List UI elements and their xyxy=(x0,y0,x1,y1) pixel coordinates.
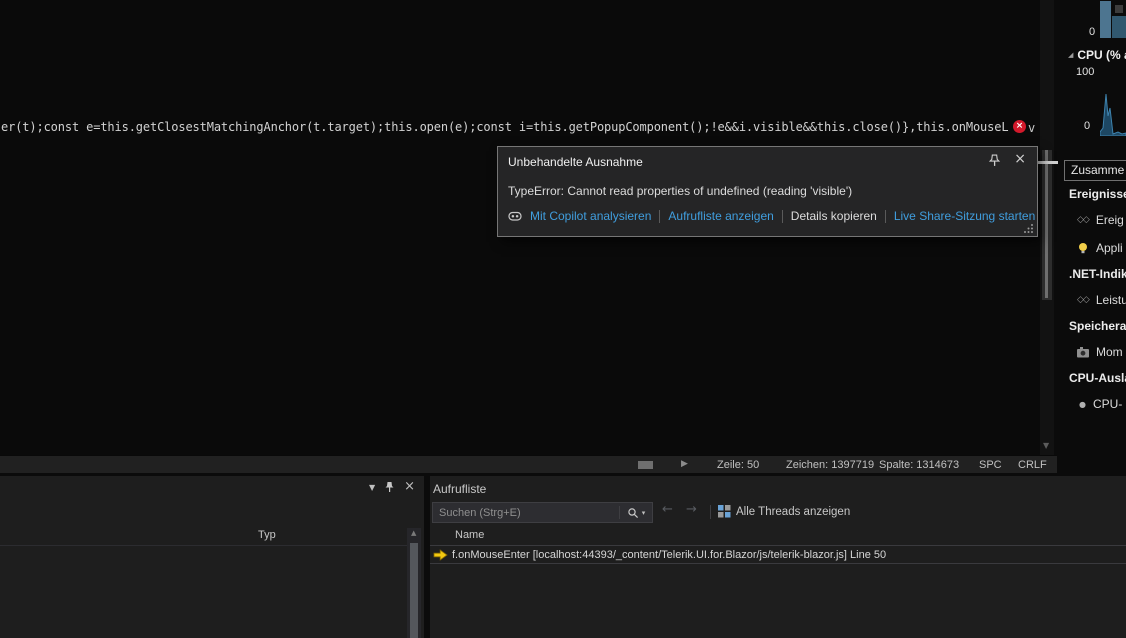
scrollbar-down-arrow-icon[interactable]: ▼ xyxy=(1043,441,1049,450)
diag-item-label: Mom xyxy=(1096,345,1123,359)
status-characters: Zeichen: 1397719 xyxy=(786,459,874,471)
tab-summary[interactable]: Zusamme xyxy=(1064,160,1126,181)
section-title: Speichera xyxy=(1069,319,1126,333)
all-threads-icon[interactable] xyxy=(718,505,731,518)
search-options-caret-icon[interactable]: ▾ xyxy=(642,509,646,517)
section-title: .NET-Indik xyxy=(1069,267,1126,281)
cpu-usage-chart[interactable] xyxy=(1100,88,1126,136)
diag-item-performance[interactable]: ◇◇ Leistu xyxy=(1077,293,1126,307)
action-separator xyxy=(782,210,783,223)
column-header-typ[interactable]: Typ xyxy=(258,529,276,541)
scrollbar-caret-marker xyxy=(1045,150,1048,298)
exception-message: TypeError: Cannot read properties of und… xyxy=(508,184,852,198)
editor-status-strip: ▶ Zeile: 50 Zeichen: 1397719 Spalte: 131… xyxy=(0,455,1057,473)
performance-icon: ◇◇ xyxy=(1077,295,1089,305)
cpu-axis-min: 0 xyxy=(1084,120,1090,132)
horizontal-scrollbar-right-arrow-icon[interactable]: ▶ xyxy=(681,459,688,469)
collapse-triangle-icon: ◢ xyxy=(1068,51,1073,59)
diag-item-label: CPU- xyxy=(1093,397,1122,411)
status-space-mode: SPC xyxy=(979,459,1002,471)
status-line-ending: CRLF xyxy=(1018,459,1047,471)
pin-icon[interactable] xyxy=(384,481,395,493)
action-separator xyxy=(659,210,660,223)
code-line: er(t);const e=this.getClosestMatchingAnc… xyxy=(1,121,1013,134)
diag-item-application[interactable]: Appli xyxy=(1077,241,1123,255)
scrollbar-thumb[interactable] xyxy=(410,543,418,638)
diag-section-cpu: CPU-Ausla xyxy=(1069,371,1126,385)
diag-section-dotnet: .NET-Indik xyxy=(1069,267,1126,281)
copy-details-link[interactable]: Details kopieren xyxy=(791,209,877,223)
search-button[interactable]: ▾ xyxy=(620,503,652,522)
diag-item-events[interactable]: ◇◇ Ereig xyxy=(1077,213,1124,227)
search-icon xyxy=(627,507,639,519)
navigate-forward-icon[interactable]: → xyxy=(686,502,697,517)
editor-vertical-scrollbar[interactable]: ▼ xyxy=(1040,0,1054,455)
pin-icon[interactable] xyxy=(988,154,1001,167)
copilot-icon xyxy=(508,209,522,223)
callstack-frame-row[interactable]: f.onMouseEnter [localhost:44393/_content… xyxy=(430,546,1126,564)
lightbulb-icon xyxy=(1077,242,1089,254)
cpu-axis-max: 100 xyxy=(1076,66,1094,78)
exception-error-icon[interactable]: × xyxy=(1013,120,1026,133)
diag-item-cpu[interactable]: ● CPU- xyxy=(1079,397,1122,411)
status-column: Spalte: 1314673 xyxy=(879,459,959,471)
splitter-handle[interactable] xyxy=(1036,161,1058,164)
bullet-icon: ● xyxy=(1079,400,1086,409)
diag-item-label: Ereig xyxy=(1096,213,1124,227)
diag-section-memory: Speichera xyxy=(1069,319,1126,333)
current-statement-arrow-icon xyxy=(433,549,448,561)
callstack-panel: Aufrufliste ▾ ← → Alle Threads anzeigen … xyxy=(430,476,1126,638)
scrollbar-up-arrow-icon[interactable]: ▲ xyxy=(411,529,416,537)
status-line: Zeile: 50 xyxy=(717,459,759,471)
search-input[interactable] xyxy=(433,503,619,522)
horizontal-scrollbar-thumb[interactable] xyxy=(638,461,653,469)
window-position-chevron-icon[interactable]: ▼ xyxy=(369,483,375,492)
panel-toolbar: ▼ × xyxy=(369,481,415,493)
navigate-back-icon[interactable]: ← xyxy=(662,502,673,517)
callstack-search-box[interactable]: ▾ xyxy=(432,502,653,523)
close-icon[interactable]: × xyxy=(1014,151,1026,167)
column-header-name[interactable]: Name xyxy=(455,529,484,541)
panel-title: Aufrufliste xyxy=(433,482,486,496)
toolbar-separator xyxy=(710,505,711,519)
diag-item-label: Appli xyxy=(1096,241,1123,255)
exception-helper-popup: Unbehandelte Ausnahme × TypeError: Canno… xyxy=(497,146,1038,237)
code-after-error: v xyxy=(1028,121,1035,135)
diag-section-events: Ereignisse xyxy=(1069,187,1126,201)
memory-chart[interactable] xyxy=(1100,0,1126,38)
cpu-section-title: CPU (% a xyxy=(1077,48,1126,62)
bottom-left-panel: ▼ × Typ ▲ xyxy=(0,476,424,638)
live-share-link[interactable]: Live Share-Sitzung starten xyxy=(894,209,1035,223)
resize-grip[interactable] xyxy=(1023,223,1034,234)
section-title: CPU-Ausla xyxy=(1069,371,1126,385)
header-divider xyxy=(0,545,407,546)
section-title: Ereignisse xyxy=(1069,187,1126,201)
show-all-threads-button[interactable]: Alle Threads anzeigen xyxy=(736,506,850,518)
panel-vertical-scrollbar[interactable]: ▲ xyxy=(407,528,421,638)
callstack-frame-text: f.onMouseEnter [localhost:44393/_content… xyxy=(452,549,886,561)
close-icon[interactable]: × xyxy=(404,481,415,493)
action-separator xyxy=(885,210,886,223)
memory-axis-min: 0 xyxy=(1089,26,1095,38)
diag-item-label: Leistu xyxy=(1096,293,1126,307)
exception-actions: Mit Copilot analysieren Aufrufliste anze… xyxy=(508,209,1035,223)
camera-icon xyxy=(1077,347,1089,358)
show-callstack-link[interactable]: Aufrufliste anzeigen xyxy=(668,209,773,223)
popup-title: Unbehandelte Ausnahme xyxy=(508,155,643,169)
cpu-section-header[interactable]: ◢ CPU (% a xyxy=(1068,48,1126,62)
events-icon: ◇◇ xyxy=(1077,215,1089,225)
analyze-with-copilot-link[interactable]: Mit Copilot analysieren xyxy=(530,209,651,223)
diag-item-snapshot[interactable]: Mom xyxy=(1077,345,1123,359)
visual-studio-window: er(t);const e=this.getClosestMatchingAnc… xyxy=(0,0,1126,638)
